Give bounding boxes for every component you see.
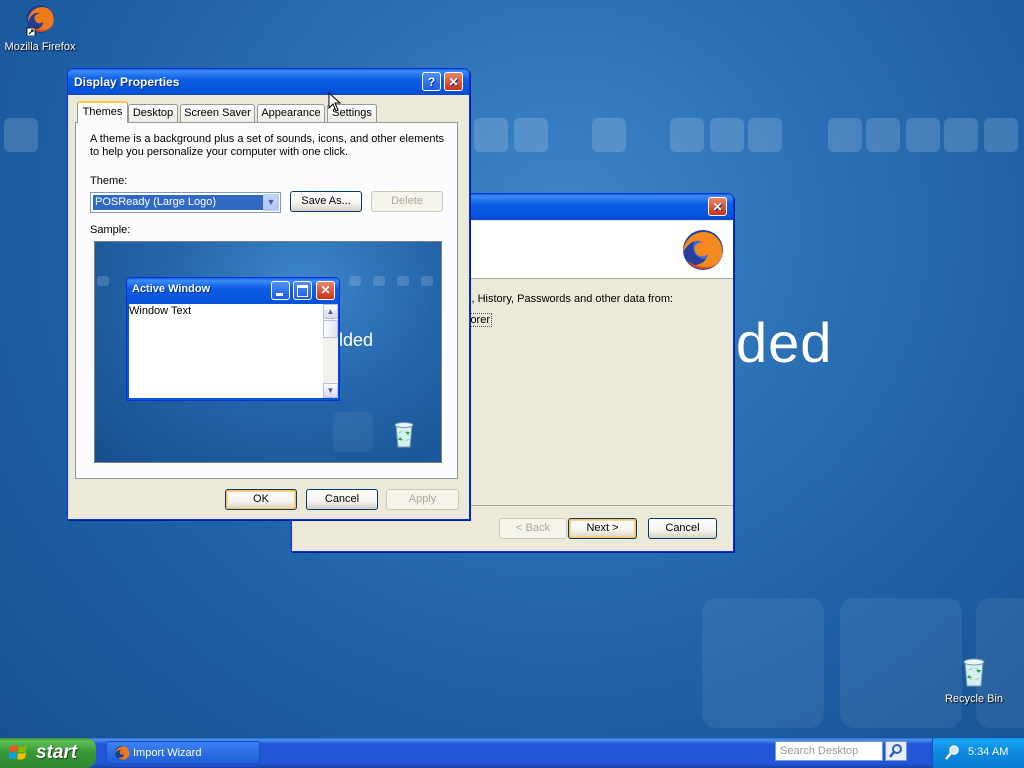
delete-button[interactable]: Delete: [371, 191, 443, 212]
tab-screen-saver[interactable]: Screen Saver: [180, 104, 255, 122]
sample-window-title: Active Window: [132, 283, 211, 295]
sample-scrollbar: ▲ ▼: [323, 304, 338, 398]
windows-logo-icon: [9, 745, 27, 760]
apply-button[interactable]: Apply: [386, 489, 459, 510]
desktop-icon-label: Mozilla Firefox: [4, 41, 76, 53]
close-icon: ✕: [712, 200, 723, 214]
minimize-icon: [271, 281, 290, 300]
scroll-thumb: [323, 320, 338, 338]
sample-active-window: Active Window ✕ Window Text ▲ ▼: [126, 277, 340, 401]
sample-titlebar: Active Window ✕: [127, 278, 339, 303]
cancel-button[interactable]: Cancel: [306, 489, 378, 510]
window-title: Display Properties: [74, 75, 180, 89]
desktop-search-tray-icon[interactable]: [943, 744, 961, 762]
desktop-search-input[interactable]: Search Desktop: [775, 741, 883, 761]
theme-select[interactable]: POSReady (Large Logo) ▼: [90, 192, 281, 213]
wizard-cancel-button[interactable]: Cancel: [648, 518, 717, 539]
maximize-icon: [293, 281, 312, 300]
theme-select-value: POSReady (Large Logo): [93, 195, 263, 210]
recycle-bin-icon: [394, 422, 414, 448]
close-button[interactable]: ✕: [708, 197, 727, 216]
help-button[interactable]: ?: [422, 72, 441, 91]
ok-button[interactable]: OK: [225, 489, 297, 510]
desktop-icon-recycle-bin[interactable]: Recycle Bin: [934, 656, 1014, 705]
display-properties-titlebar[interactable]: Display Properties ? ✕: [68, 69, 469, 95]
next-button[interactable]: Next >: [568, 518, 637, 539]
chevron-down-icon[interactable]: ▼: [263, 194, 279, 211]
themes-description: A theme is a background plus a set of so…: [90, 133, 445, 158]
wizard-body-text: s, History, Passwords and other data fro…: [466, 293, 674, 305]
close-icon: ✕: [316, 281, 335, 300]
back-button[interactable]: < Back: [499, 518, 567, 539]
sample-window-body: Window Text: [129, 304, 323, 398]
desktop-brand-text: ded: [736, 311, 833, 374]
tab-themes[interactable]: Themes: [77, 101, 128, 123]
sample-window-text: Window Text: [129, 305, 192, 317]
taskbar-item-import-wizard[interactable]: Import Wizard: [106, 741, 260, 764]
start-button[interactable]: start: [0, 738, 96, 768]
chevron-up-icon: ▲: [323, 304, 338, 319]
save-as-button[interactable]: Save As...: [290, 191, 362, 212]
search-button[interactable]: [885, 741, 907, 761]
firefox-icon: [115, 746, 130, 760]
close-icon: ✕: [448, 75, 459, 89]
start-label: start: [36, 742, 78, 763]
theme-label: Theme:: [90, 175, 128, 187]
help-icon: ?: [427, 75, 436, 89]
taskbar-item-label: Import Wizard: [133, 747, 202, 759]
tab-appearance[interactable]: Appearance: [257, 104, 325, 122]
recycle-bin-icon: [963, 658, 985, 687]
sample-brand-text: lded: [339, 330, 374, 350]
firefox-logo-icon: [683, 230, 723, 270]
desktop-icon-firefox[interactable]: Mozilla Firefox: [0, 2, 80, 53]
system-tray: 5:34 AM: [932, 738, 1024, 768]
sample-label: Sample:: [90, 224, 131, 236]
close-button[interactable]: ✕: [444, 72, 463, 91]
desktop-icon-label: Recycle Bin: [944, 693, 1004, 705]
search-icon: [889, 744, 902, 758]
firefox-icon: [26, 5, 54, 37]
taskbar: start Import Wizard Search Desktop 5:34 …: [0, 738, 1024, 768]
mouse-cursor-icon: [328, 92, 342, 112]
clock[interactable]: 5:34 AM: [968, 746, 1008, 758]
tab-desktop[interactable]: Desktop: [128, 104, 178, 122]
chevron-down-icon: ▼: [323, 383, 338, 398]
